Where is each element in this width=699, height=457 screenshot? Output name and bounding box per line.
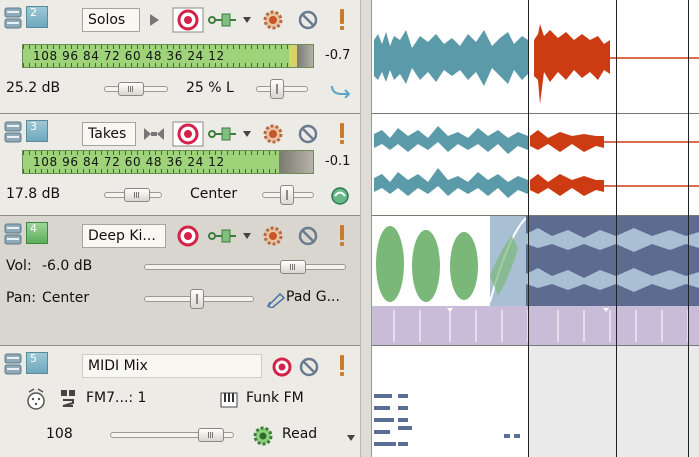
meter-scale: 108 96 84 72 60 48 36 24 12 <box>33 155 225 169</box>
track-header-deep-ki[interactable]: 4 Deep Ki... Vol: -6.0 dB Pan: Center Pa… <box>0 216 360 346</box>
solo-icon[interactable] <box>337 224 347 248</box>
chevron-down-icon[interactable] <box>242 16 252 24</box>
waveform-solos <box>374 24 699 104</box>
chevron-down-icon[interactable] <box>346 434 356 442</box>
track-name-text: MIDI Mix <box>88 358 148 374</box>
midi-input-icon[interactable] <box>24 388 48 410</box>
input-echo-stereo-icon[interactable] <box>142 126 166 142</box>
track-menu-icon[interactable] <box>4 120 22 144</box>
pan-readout: Center <box>190 186 238 202</box>
track-menu-icon[interactable] <box>4 222 22 246</box>
midi-port-icon <box>61 390 75 407</box>
daw-window: 2 Solos 108 96 84 72 60 48 36 24 12 -0.7… <box>0 0 699 457</box>
pan-readout: 25 % L <box>186 80 234 96</box>
track-number-label: 3 <box>30 120 37 133</box>
clips-pane <box>372 0 699 457</box>
input-routing-icon[interactable] <box>208 126 238 142</box>
input-routing-icon[interactable] <box>208 12 238 28</box>
mute-icon[interactable] <box>298 356 320 378</box>
track-name-text: Takes <box>88 126 127 142</box>
pan-slider-thumb[interactable] <box>270 79 284 99</box>
measure-line <box>528 0 529 457</box>
mute-icon[interactable] <box>297 123 319 145</box>
lane-midi-mix <box>372 346 699 457</box>
track-header-takes[interactable]: 3 Takes 108 96 84 72 60 48 36 24 12 -0.1… <box>0 114 360 216</box>
controller-lines <box>393 308 689 342</box>
track-header-solos[interactable]: 2 Solos 108 96 84 72 60 48 36 24 12 -0.7… <box>0 0 360 114</box>
chevron-down-icon[interactable] <box>242 232 252 240</box>
track-name-field[interactable]: Deep Ki... <box>82 224 166 248</box>
track-name-field[interactable]: Takes <box>82 122 136 146</box>
midi-notes <box>374 346 699 457</box>
track-name-text: Deep Ki... <box>88 228 156 244</box>
record-arm-icon[interactable] <box>172 121 204 147</box>
track-number: 3 <box>26 120 48 142</box>
level-meter: 108 96 84 72 60 48 36 24 12 <box>22 150 314 174</box>
pane-splitter[interactable] <box>360 0 372 457</box>
volume-readout: 17.8 dB <box>6 186 61 202</box>
volume-label: Vol: <box>6 258 32 274</box>
measure-line <box>688 0 689 457</box>
volume-readout: 25.2 dB <box>6 80 61 96</box>
automation-mode-label[interactable]: Read <box>282 426 317 442</box>
record-arm-icon[interactable] <box>272 357 292 377</box>
solo-icon[interactable] <box>337 8 347 32</box>
lane-takes <box>372 114 699 216</box>
track-menu-icon[interactable] <box>4 352 22 376</box>
automation-gear-icon[interactable] <box>252 425 274 447</box>
track-name-field[interactable]: MIDI Mix <box>82 354 262 378</box>
midi-port-label[interactable]: FM7...: 1 <box>86 390 146 406</box>
fx-gear-icon[interactable] <box>262 9 284 31</box>
track-number-label: 4 <box>30 222 37 235</box>
track-number: 5 <box>26 352 48 374</box>
lane-solos <box>372 0 699 114</box>
peak-readout: -0.1 <box>325 154 351 169</box>
track-name-field[interactable]: Solos <box>82 8 140 32</box>
waveform-deep-ki <box>372 216 699 306</box>
pan-label: Pan: <box>6 290 36 306</box>
synth-link-icon[interactable] <box>266 290 286 308</box>
volume-slider-thumb[interactable] <box>118 82 144 96</box>
solo-icon[interactable] <box>337 354 347 378</box>
fx-gear-icon[interactable] <box>262 123 284 145</box>
volume-readout: 108 <box>46 426 73 442</box>
track-headers-pane: 2 Solos 108 96 84 72 60 48 36 24 12 -0.7… <box>0 0 360 457</box>
peak-readout: -0.7 <box>325 48 351 63</box>
lane-deep-ki <box>372 216 699 306</box>
volume-slider[interactable] <box>144 264 346 270</box>
pan-slider-thumb[interactable] <box>190 289 204 309</box>
track-number: 4 <box>26 222 48 244</box>
fx-gear-icon[interactable] <box>262 225 284 247</box>
pan-slider-thumb[interactable] <box>280 185 294 205</box>
track-menu-icon[interactable] <box>4 6 22 30</box>
solo-icon[interactable] <box>337 122 347 146</box>
waveform-takes <box>374 126 699 198</box>
volume-slider-thumb[interactable] <box>198 428 224 442</box>
track-number-label: 5 <box>30 352 37 365</box>
synth-plugin-label[interactable]: Pad G... <box>286 289 340 305</box>
volume-slider-thumb[interactable] <box>124 188 150 202</box>
track-header-midi-mix[interactable]: 5 MIDI Mix FM7...: 1 Funk FM 108 Read <box>0 346 360 457</box>
volume-slider-thumb[interactable] <box>280 260 306 274</box>
track-number-label: 2 <box>30 6 37 19</box>
mute-icon[interactable] <box>297 225 319 247</box>
volume-readout: -6.0 dB <box>42 258 93 274</box>
input-routing-icon[interactable] <box>208 228 238 244</box>
chevron-down-icon[interactable] <box>242 130 252 138</box>
track-name-text: Solos <box>88 12 126 28</box>
record-arm-icon[interactable] <box>176 225 200 247</box>
keyboard-icon <box>220 392 238 408</box>
record-arm-icon[interactable] <box>172 7 204 33</box>
mute-icon[interactable] <box>297 9 319 31</box>
level-meter: 108 96 84 72 60 48 36 24 12 <box>22 44 314 68</box>
track-number: 2 <box>26 6 48 28</box>
pan-readout: Center <box>42 290 90 306</box>
input-echo-icon[interactable] <box>148 12 162 28</box>
phase-icon[interactable] <box>330 186 350 206</box>
output-arrow-icon[interactable] <box>330 82 352 98</box>
meter-scale: 108 96 84 72 60 48 36 24 12 <box>33 49 225 63</box>
midi-control-strip <box>372 306 699 346</box>
instrument-label[interactable]: Funk FM <box>246 390 304 406</box>
measure-line <box>616 0 617 457</box>
